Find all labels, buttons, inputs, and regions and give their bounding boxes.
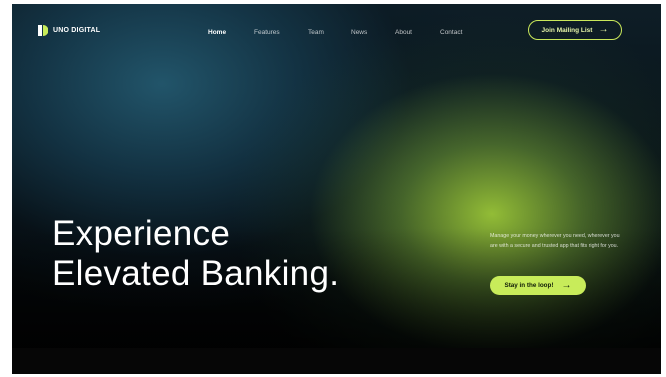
stay-in-loop-label: Stay in the loop! xyxy=(504,282,554,289)
hero-headline: Experience Elevated Banking. xyxy=(52,214,339,294)
stay-in-loop-button[interactable]: Stay in the loop! → xyxy=(490,276,586,295)
section-divider xyxy=(12,348,661,374)
nav-item-features[interactable]: Features xyxy=(254,29,280,36)
brand-logo[interactable]: UNO DIGITAL xyxy=(38,25,100,36)
nav-item-team[interactable]: Team xyxy=(308,29,324,36)
nav-item-contact[interactable]: Contact xyxy=(440,29,462,36)
join-mailing-list-label: Join Mailing List xyxy=(541,26,593,34)
nav-item-about[interactable]: About xyxy=(395,29,412,36)
nav-item-news[interactable]: News xyxy=(351,29,367,36)
landing-page: UNO DIGITAL Home Features Team News Abou… xyxy=(12,4,661,374)
arrow-right-icon: → xyxy=(598,24,609,35)
brand-name: UNO DIGITAL xyxy=(53,27,101,34)
hero-description: Manage your money wherever you need, whe… xyxy=(490,233,620,249)
arrow-right-icon: → xyxy=(561,279,572,291)
hero-background xyxy=(12,4,661,348)
nav-item-home[interactable]: Home xyxy=(208,29,226,36)
join-mailing-list-button[interactable]: Join Mailing List → xyxy=(528,20,622,40)
logo-icon xyxy=(38,25,48,36)
headline-line-1: Experience xyxy=(52,214,231,253)
headline-line-2: Elevated Banking. xyxy=(52,254,340,293)
